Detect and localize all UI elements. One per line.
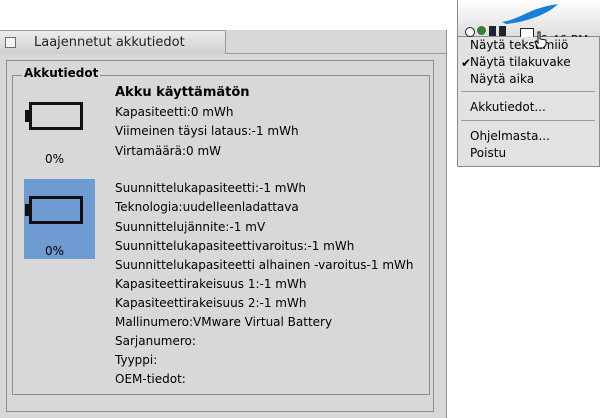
battery1-percent: 0% [45, 152, 65, 166]
battery1-capacity: Kapasiteetti:0 mWh [115, 105, 234, 119]
battery2-detail: OEM-tiedot: [115, 372, 186, 386]
battery1-current: Virtamäärä:0 mW [115, 144, 222, 158]
battery2-detail: Sarjanumero: [115, 334, 196, 348]
menu-separator [461, 91, 595, 92]
battery2-percent: 0% [45, 244, 65, 258]
battery2-detail: Teknologia:uudelleenladattava [115, 200, 299, 214]
volume-icon[interactable] [489, 26, 496, 36]
menu-item-show-status-icon[interactable]: Näytä tilakuvake [470, 55, 571, 69]
battery2-detail: Kapasiteettirakeisuus 2:-1 mWh [115, 296, 307, 310]
battery-icon [29, 196, 83, 224]
battery2-detail: Kapasiteettirakeisuus 1:-1 mWh [115, 277, 307, 291]
battery2-detail: Suunnittelukapasiteettivaroitus:-1 mWh [115, 239, 355, 253]
battery2-detail: Suunnittelujännite:-1 mV [115, 220, 266, 234]
battery-terminal [25, 204, 30, 216]
battery2-detail: Suunnittelukapasiteetti:-1 mWh [115, 181, 306, 195]
title-divider [226, 53, 446, 54]
menu-separator [461, 120, 595, 121]
window-title: Laajennetut akkutiedot [34, 35, 185, 50]
battery2-detail: Tyyppi: [115, 353, 158, 367]
close-button[interactable] [5, 37, 16, 48]
menu-item-quit[interactable]: Poistu [470, 146, 506, 160]
battery2-detail: Suunnittelukapasiteetti alhainen -varoit… [115, 258, 414, 272]
group-label: Akkutiedot [22, 66, 101, 80]
battery-terminal [25, 110, 30, 122]
pointer-cursor-icon [534, 31, 547, 49]
menu-item-show-time[interactable]: Näytä aika [470, 72, 534, 86]
menu-item-about[interactable]: Ohjelmasta... [470, 129, 550, 143]
globe-icon[interactable] [477, 26, 486, 35]
feather-logo-icon [502, 4, 558, 24]
battery1-status: Akku käyttämätön [115, 85, 250, 100]
battery2-detail: Mallinumero:VMware Virtual Battery [115, 315, 333, 329]
system-tray [457, 0, 600, 38]
window-title-tab[interactable]: Laajennetut akkutiedot [0, 30, 226, 54]
display-icon[interactable] [499, 26, 506, 36]
menu-item-battery-info[interactable]: Akkutiedot... [470, 100, 546, 114]
battery1-last-full: Viimeinen täysi lataus:-1 mWh [115, 124, 299, 138]
battery-icon [29, 102, 83, 130]
menu-item-show-text[interactable]: Näytä tekstimiiö [470, 38, 568, 52]
network-icon[interactable] [465, 27, 475, 37]
